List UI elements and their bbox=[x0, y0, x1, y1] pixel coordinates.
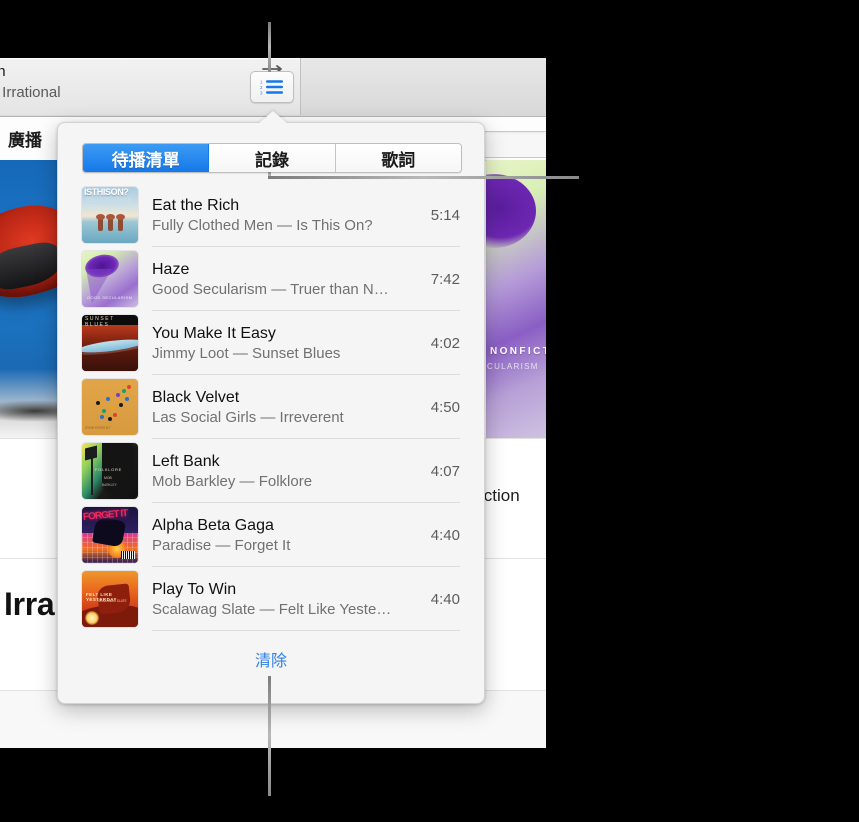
track-subtitle: Good Secularism — Truer than N… bbox=[152, 280, 389, 298]
tab-radio[interactable]: 廣播 bbox=[8, 126, 42, 151]
table-row[interactable]: IRREVERENT Black Velvet Las Social Girls… bbox=[82, 375, 460, 439]
track-title: Alpha Beta Gaga bbox=[152, 516, 274, 534]
track-duration: 4:50 bbox=[430, 398, 460, 416]
track-subtitle: Mob Barkley — Folklore bbox=[152, 472, 313, 490]
svg-text:1: 1 bbox=[260, 80, 263, 85]
now-playing-title: rn bbox=[0, 63, 6, 80]
track-duration: 5:14 bbox=[430, 206, 460, 224]
svg-text:2: 2 bbox=[260, 85, 263, 90]
table-row[interactable]: FORGET IT Alpha Beta Gaga Paradise — For… bbox=[82, 503, 460, 567]
track-duration: 4:07 bbox=[430, 462, 460, 480]
tab-up-next[interactable]: 待播清單 bbox=[83, 144, 210, 172]
popover-tab-bar: 待播清單 記錄 歌詞 bbox=[82, 143, 462, 173]
album-artwork: GOOD SECULARISM bbox=[82, 251, 138, 307]
tab-history[interactable]: 記錄 bbox=[209, 144, 336, 172]
track-subtitle: Scalawag Slate — Felt Like Yeste… bbox=[152, 600, 392, 618]
svg-text:3: 3 bbox=[260, 91, 263, 96]
tab-lyrics[interactable]: 歌詞 bbox=[335, 144, 461, 172]
row-separator bbox=[152, 630, 460, 631]
track-subtitle: Las Social Girls — Irreverent bbox=[152, 408, 344, 426]
track-duration: 4:40 bbox=[430, 590, 460, 608]
callout-line-clear-button bbox=[268, 676, 271, 796]
artwork-text: FOLKLORE bbox=[95, 467, 122, 472]
artwork-subtext: SCALAWAG SLATE bbox=[98, 599, 127, 603]
track-title: Play To Win bbox=[152, 580, 237, 598]
up-next-popover: 待播清單 記錄 歌詞 ISTHISON? FULLY CLOTHED MEN E… bbox=[57, 111, 485, 704]
album-artwork: FOLKLORE MOB BARKLEY bbox=[82, 443, 138, 499]
queue-list-button[interactable]: 1 2 3 bbox=[250, 71, 294, 103]
queue-list-icon: 1 2 3 bbox=[260, 78, 284, 101]
track-subtitle: Jimmy Loot — Sunset Blues bbox=[152, 344, 341, 362]
now-playing-subtitle: ing Irrational bbox=[0, 84, 61, 101]
callout-line-queue-button bbox=[268, 22, 271, 72]
table-row[interactable]: ISTHISON? FULLY CLOTHED MEN Eat the Rich… bbox=[82, 183, 460, 247]
artwork-text: ISTHISON? bbox=[84, 187, 129, 197]
track-duration: 4:40 bbox=[430, 526, 460, 544]
album-artwork: FELT LIKE YESTERDAY SCALAWAG SLATE bbox=[82, 571, 138, 627]
album-artwork: FORGET IT bbox=[82, 507, 138, 563]
callout-line-tabs bbox=[268, 176, 579, 179]
track-title: You Make It Easy bbox=[152, 324, 276, 342]
album-artwork: IRREVERENT bbox=[82, 379, 138, 435]
artwork-text: IRREVERENT bbox=[85, 426, 112, 430]
album-artwork: ISTHISON? FULLY CLOTHED MEN bbox=[82, 187, 138, 243]
artwork-right-subtitle: CULARISM bbox=[487, 362, 539, 371]
track-title: Eat the Rich bbox=[152, 196, 240, 214]
artwork-subtext: FULLY CLOTHED MEN bbox=[86, 198, 132, 210]
artwork-text: SUNSET BLUES bbox=[85, 316, 115, 328]
screenshot-root: 廣播 Store NONFICT CULARISM iction Irra bbox=[0, 0, 859, 822]
artwork-subtext: MOB bbox=[104, 476, 112, 480]
track-duration: 7:42 bbox=[430, 270, 460, 288]
track-title: Black Velvet bbox=[152, 388, 240, 406]
table-row[interactable]: FELT LIKE YESTERDAY SCALAWAG SLATE Play … bbox=[82, 567, 460, 631]
track-title: Haze bbox=[152, 260, 190, 278]
artwork-text: GOOD SECULARISM bbox=[87, 295, 133, 300]
table-row[interactable]: GOOD SECULARISM Haze Good Secularism — T… bbox=[82, 247, 460, 311]
track-duration: 4:02 bbox=[430, 334, 460, 352]
table-row[interactable]: SUNSET BLUES You Make It Easy Jimmy Loot… bbox=[82, 311, 460, 375]
artwork-right-caption: iction bbox=[480, 486, 520, 505]
track-subtitle: Fully Clothed Men — Is This On? bbox=[152, 216, 373, 234]
clear-button[interactable]: 清除 bbox=[58, 647, 484, 671]
up-next-track-list[interactable]: ISTHISON? FULLY CLOTHED MEN Eat the Rich… bbox=[58, 183, 484, 645]
popover-arrow bbox=[258, 111, 288, 124]
page-title: Irra bbox=[4, 586, 55, 622]
artwork-subtext2: BARKLEY bbox=[102, 483, 117, 487]
table-row[interactable]: FOLKLORE MOB BARKLEY Left Bank Mob Barkl… bbox=[82, 439, 460, 503]
artwork-right-blob bbox=[486, 174, 536, 248]
track-title: Left Bank bbox=[152, 452, 220, 470]
artwork-right-title: NONFICT bbox=[490, 346, 546, 357]
track-subtitle: Paradise — Forget It bbox=[152, 536, 291, 554]
album-artwork: SUNSET BLUES bbox=[82, 315, 138, 371]
artwork-right[interactable]: NONFICT CULARISM bbox=[486, 160, 546, 438]
